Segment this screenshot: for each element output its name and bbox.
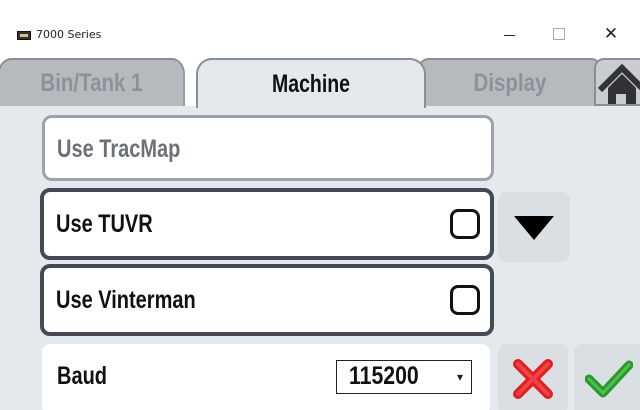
chevron-down-icon: ▾ — [456, 370, 463, 384]
ok-button[interactable] — [574, 344, 640, 410]
cancel-button[interactable] — [498, 344, 568, 410]
baud-row: Baud 115200 ▾ — [42, 344, 490, 410]
triangle-down-icon — [514, 216, 554, 240]
baud-label: Baud — [57, 362, 107, 390]
baud-value: 115200 — [349, 362, 419, 390]
vinterman-row[interactable]: Use Vinterman — [40, 264, 494, 336]
tab-label: Display — [473, 68, 547, 97]
tab-label: Bin/Tank 1 — [40, 68, 143, 97]
tuvr-row[interactable]: Use TUVR — [40, 188, 494, 260]
vinterman-checkbox[interactable] — [450, 285, 480, 315]
tab-bin-tank[interactable]: Bin/Tank 1 — [0, 58, 185, 106]
minimize-button[interactable] — [487, 22, 531, 46]
tab-bar: Bin/Tank 1 Display Machine — [0, 50, 640, 108]
tab-display[interactable]: Display — [415, 58, 605, 106]
maximize-button[interactable] — [537, 22, 581, 46]
maximize-icon — [553, 28, 565, 40]
tab-label: Machine — [271, 69, 351, 98]
tuvr-checkbox[interactable] — [450, 209, 480, 239]
tuvr-label: Use TUVR — [56, 210, 153, 238]
app-icon — [17, 31, 31, 40]
home-button[interactable] — [594, 58, 640, 106]
red-x-icon — [513, 359, 553, 399]
app-window: 7000 Series ✕ Bin/Tank 1 Display Machine… — [0, 0, 640, 410]
close-icon: ✕ — [603, 23, 619, 44]
home-icon — [597, 63, 640, 104]
window-title: 7000 Series — [36, 28, 102, 41]
minimize-icon — [503, 35, 515, 36]
tracmap-row[interactable]: Use TracMap — [42, 115, 494, 181]
scroll-down-button[interactable] — [498, 192, 570, 262]
tracmap-label: Use TracMap — [57, 135, 181, 163]
tab-machine[interactable]: Machine — [196, 58, 426, 108]
baud-select[interactable]: 115200 ▾ — [336, 360, 472, 394]
close-button[interactable]: ✕ — [589, 22, 633, 46]
vinterman-label: Use Vinterman — [56, 286, 196, 314]
title-bar: 7000 Series ✕ — [0, 0, 640, 50]
green-check-icon — [585, 360, 633, 398]
